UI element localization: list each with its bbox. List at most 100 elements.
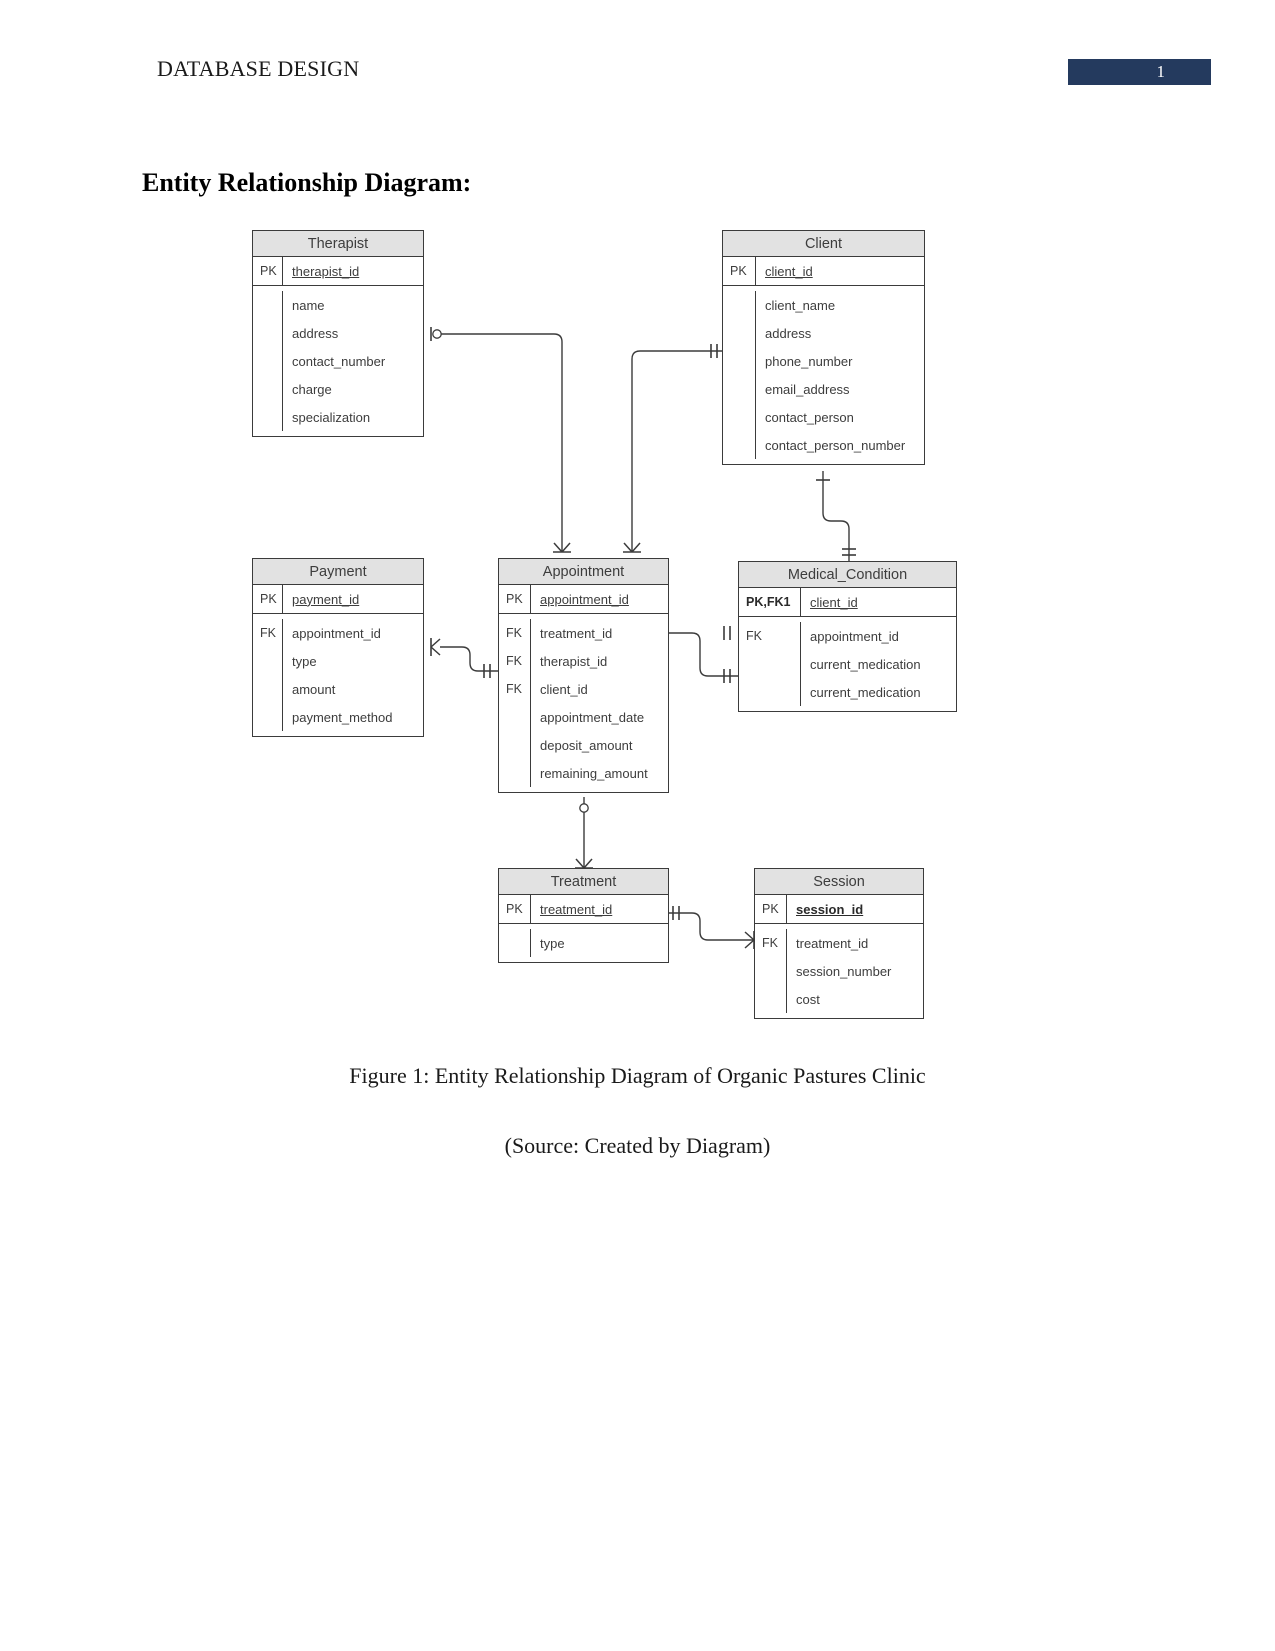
entity-appointment-body: PK appointment_id FK treatment_id FK the… — [499, 585, 668, 792]
table-row[interactable]: client_name — [723, 291, 924, 319]
entity-payment-title: Payment — [253, 559, 423, 585]
table-row[interactable]: FK treatment_id — [499, 619, 668, 647]
table-row[interactable]: PK treatment_id — [499, 895, 668, 923]
entity-appointment-pk-section: PK appointment_id — [499, 585, 668, 614]
entity-appointment-attributes: FK treatment_id FK therapist_id FK clien… — [499, 614, 668, 792]
table-row[interactable]: contact_person_number — [723, 431, 924, 459]
attr-name: contact_person_number — [765, 437, 906, 453]
table-row[interactable]: phone_number — [723, 347, 924, 375]
table-row[interactable]: FK client_id — [499, 675, 668, 703]
attr-name: deposit_amount — [540, 737, 633, 753]
table-row[interactable]: type — [253, 647, 423, 675]
attr-name: appointment_id — [540, 591, 629, 607]
table-row[interactable]: name — [253, 291, 423, 319]
attr-key — [253, 347, 283, 375]
table-row[interactable]: deposit_amount — [499, 731, 668, 759]
attr-key — [723, 375, 756, 403]
entity-session[interactable]: Session PK session_id FK treatment_id se… — [754, 868, 924, 1019]
table-row[interactable]: FK treatment_id — [755, 929, 923, 957]
er-diagram: Therapist PK therapist_id name address c… — [0, 0, 1275, 1060]
attr-key — [499, 731, 531, 759]
attr-name: appointment_id — [292, 625, 381, 641]
attr-name: email_address — [765, 381, 850, 397]
attr-key — [723, 291, 756, 319]
table-row[interactable]: amount — [253, 675, 423, 703]
attr-key — [723, 431, 756, 459]
attr-key — [739, 650, 801, 678]
attr-name: name — [292, 297, 325, 313]
table-row[interactable]: contact_number — [253, 347, 423, 375]
table-row[interactable]: PK,FK1 client_id — [739, 588, 956, 616]
entity-therapist[interactable]: Therapist PK therapist_id name address c… — [252, 230, 424, 437]
attr-key — [253, 703, 283, 731]
table-row[interactable]: current_medication — [739, 678, 956, 706]
attr-key — [253, 647, 283, 675]
entity-appointment-title: Appointment — [499, 559, 668, 585]
entity-treatment-attributes: type — [499, 924, 668, 962]
table-row[interactable]: PK therapist_id — [253, 257, 423, 285]
table-row[interactable]: cost — [755, 985, 923, 1013]
table-row[interactable]: email_address — [723, 375, 924, 403]
table-row[interactable]: FK appointment_id — [253, 619, 423, 647]
attr-key: FK — [739, 622, 801, 650]
attr-key: PK,FK1 — [739, 588, 801, 616]
attr-name: payment_id — [292, 591, 360, 607]
table-row[interactable]: address — [723, 319, 924, 347]
attr-name: client_id — [765, 263, 813, 279]
table-row[interactable]: FK therapist_id — [499, 647, 668, 675]
entity-medical-condition[interactable]: Medical_Condition PK,FK1 client_id FK ap… — [738, 561, 957, 712]
attr-name: treatment_id — [540, 625, 613, 641]
entity-treatment-body: PK treatment_id type — [499, 895, 668, 962]
attr-name: session_number — [796, 963, 892, 979]
table-row[interactable]: charge — [253, 375, 423, 403]
attr-name: current_medication — [810, 656, 921, 672]
entity-therapist-attributes: name address contact_number charge speci… — [253, 286, 423, 436]
table-row[interactable]: PK session_id — [755, 895, 923, 923]
attr-name: client_id — [810, 594, 858, 610]
table-row[interactable]: specialization — [253, 403, 423, 431]
entity-session-title: Session — [755, 869, 923, 895]
table-row[interactable]: payment_method — [253, 703, 423, 731]
connector-appointment-medicalcondition — [669, 632, 738, 677]
entity-treatment[interactable]: Treatment PK treatment_id type — [498, 868, 669, 963]
attr-key — [253, 291, 283, 319]
attr-name: current_medication — [810, 684, 921, 700]
table-row[interactable]: PK client_id — [723, 257, 924, 285]
entity-session-pk-section: PK session_id — [755, 895, 923, 924]
attr-name: type — [292, 653, 317, 669]
entity-client[interactable]: Client PK client_id client_name address — [722, 230, 925, 465]
table-row[interactable]: address — [253, 319, 423, 347]
entity-appointment[interactable]: Appointment PK appointment_id FK treatme… — [498, 558, 669, 793]
attr-name: type — [540, 935, 565, 951]
attr-name: specialization — [292, 409, 371, 425]
table-row[interactable]: PK appointment_id — [499, 585, 668, 613]
attr-name: appointment_id — [810, 628, 899, 644]
table-row[interactable]: appointment_date — [499, 703, 668, 731]
attr-key: PK — [499, 895, 531, 923]
connector-therapist-appointment — [440, 333, 563, 552]
attr-key — [755, 985, 787, 1013]
entity-client-pk-section: PK client_id — [723, 257, 924, 286]
attr-key: PK — [723, 257, 756, 285]
attr-name: treatment_id — [540, 901, 613, 917]
table-row[interactable]: PK payment_id — [253, 585, 423, 613]
attr-key — [499, 703, 531, 731]
table-row[interactable]: type — [499, 929, 668, 957]
attr-key: FK — [253, 619, 283, 647]
attr-name: client_name — [765, 297, 836, 313]
entity-client-body: PK client_id client_name address phone_n… — [723, 257, 924, 464]
table-row[interactable]: FK appointment_id — [739, 622, 956, 650]
entity-medical-condition-title: Medical_Condition — [739, 562, 956, 588]
table-row[interactable]: remaining_amount — [499, 759, 668, 787]
attr-key: PK — [499, 585, 531, 613]
table-row[interactable]: session_number — [755, 957, 923, 985]
entity-payment[interactable]: Payment PK payment_id FK appointment_id … — [252, 558, 424, 737]
entity-medical-condition-attributes: FK appointment_id current_medication cur… — [739, 617, 956, 711]
table-row[interactable]: contact_person — [723, 403, 924, 431]
entity-session-body: PK session_id FK treatment_id session_nu… — [755, 895, 923, 1018]
attr-key — [723, 403, 756, 431]
table-row[interactable]: current_medication — [739, 650, 956, 678]
attr-key: FK — [499, 647, 531, 675]
attr-name: session_id — [796, 901, 864, 917]
attr-key — [253, 375, 283, 403]
